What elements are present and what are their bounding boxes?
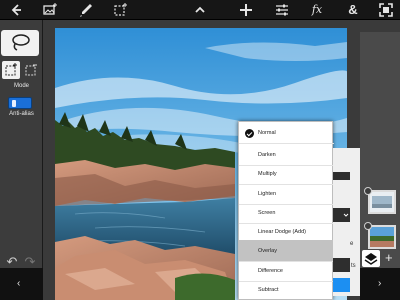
blend-item-label: Screen [258, 210, 276, 216]
props-text-fragment: e [350, 241, 354, 247]
checkmark-icon [245, 129, 254, 138]
next-arrow-icon[interactable]: › [378, 279, 381, 289]
left-tool-panel: Mode Anti-alias ↶ ↷ [0, 20, 43, 300]
back-arrow-icon[interactable] [8, 2, 24, 18]
antialias-toggle[interactable] [8, 97, 32, 109]
mode-label: Mode [13, 83, 29, 89]
blend-item-multiply[interactable]: Multiply [239, 163, 334, 185]
brush-icon[interactable] [78, 2, 94, 18]
layer-2-radio[interactable] [364, 222, 372, 230]
blend-item-label: Darken [258, 152, 276, 158]
blend-item-label: Multiply [258, 171, 277, 177]
layers-toggle-button[interactable] [362, 250, 380, 267]
chevron-down-icon [343, 213, 349, 217]
blend-item-label: Linear Dodge (Add) [258, 229, 307, 235]
lasso-icon [12, 34, 30, 51]
antialias-label: Anti-alias [9, 111, 34, 117]
blend-item-label: Normal [258, 130, 276, 136]
blend-item-overlay[interactable]: Overlay [239, 240, 334, 262]
add-icon[interactable] [238, 2, 254, 18]
layer-thumbnail-1[interactable] [368, 190, 396, 214]
selection-icon[interactable] [112, 2, 128, 18]
blend-item-label: Overlay [258, 248, 277, 254]
props-text-fragment-2: ts [351, 263, 356, 269]
mode-new-selection-button[interactable] [2, 61, 20, 79]
blend-item-label: Lighten [258, 191, 277, 197]
add-layer-icon[interactable]: + [385, 251, 393, 265]
mode-subtract-selection-button[interactable] [22, 61, 40, 79]
blue-color-swatch[interactable] [333, 278, 350, 292]
property-dropdown[interactable] [333, 208, 350, 222]
blend-item-label: Difference [258, 268, 283, 274]
blend-item-normal[interactable]: Normal [239, 122, 334, 144]
chevron-up-icon[interactable] [192, 2, 208, 18]
layers-stack-icon [364, 253, 378, 265]
ampersand-icon[interactable]: & [345, 2, 361, 18]
fullscreen-icon[interactable] [378, 2, 394, 18]
layer-2-preview [370, 227, 394, 247]
blend-item-label: Subtract [258, 287, 279, 293]
blend-mode-menu: Normal Darken Multiply Lighten Screen Li… [238, 121, 334, 300]
layer-thumbnail-2[interactable] [368, 225, 396, 249]
layer-1-radio[interactable] [364, 187, 372, 195]
right-bottom-bar: › [360, 268, 400, 300]
subtract-selection-icon [25, 64, 37, 76]
previous-arrow-icon[interactable]: ‹ [17, 279, 20, 289]
property-dropdown-2[interactable] [333, 258, 350, 272]
layer-1-preview [372, 196, 392, 208]
property-slider-bar[interactable] [333, 172, 350, 180]
new-selection-icon [5, 63, 17, 76]
editor-screen: fx & Mode Anti-alias ↶ ↷ ‹ Normal Darken… [0, 0, 400, 300]
blend-item-subtract[interactable]: Subtract [239, 279, 334, 300]
adjustments-icon[interactable] [274, 2, 290, 18]
left-bottom-bar: ‹ [0, 268, 43, 300]
effects-fx-icon[interactable]: fx [309, 2, 325, 18]
image-add-icon[interactable] [42, 2, 58, 18]
top-toolbar: fx & [0, 0, 400, 20]
lasso-tool-button[interactable] [1, 30, 39, 56]
